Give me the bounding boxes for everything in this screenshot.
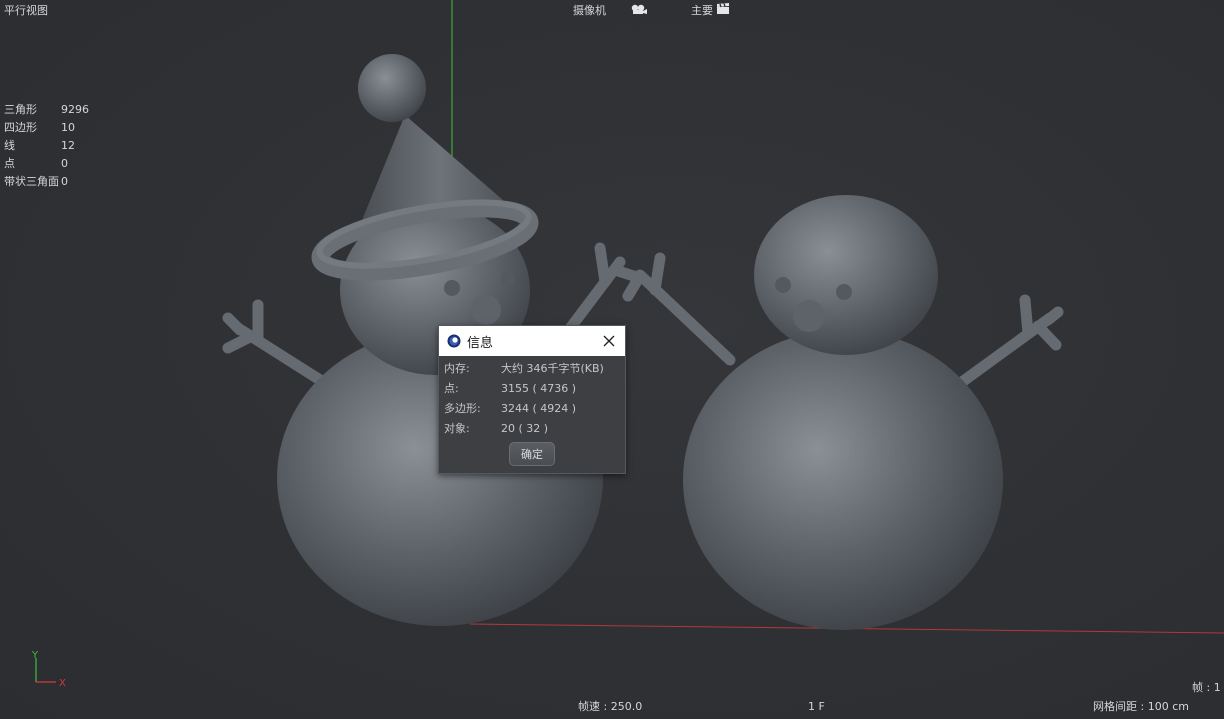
stat-label: 三角形: [4, 103, 37, 116]
dialog-title: 信息: [467, 335, 494, 351]
display-menu[interactable]: 主要: [691, 4, 713, 18]
3d-viewport[interactable]: 平行视图 摄像机 主要 三角形 9296 四边形 10 线 12 点 0 带状三角面 0 信息 内…: [0, 0, 1224, 719]
dialog-body: 内存: 大约 346千字节(KB) 点: 3155 ( 4736 ) 多边形: 3244 …: [439, 356, 625, 441]
close-icon[interactable]: [601, 333, 617, 349]
stat-value: 12: [61, 139, 75, 152]
current-frame-readout: 帧 : 1: [1192, 681, 1221, 694]
info-label: 对象:: [444, 422, 470, 435]
cinema4d-logo-icon: [447, 334, 461, 348]
stat-label: 点: [4, 157, 15, 170]
info-dialog[interactable]: 信息 内存: 大约 346千字节(KB) 点: 3155 ( 4736 ) 多边形: 32…: [438, 325, 626, 474]
stat-value: 10: [61, 121, 75, 134]
info-row: 点: 3155 ( 4736 ): [439, 381, 625, 401]
frame-number-readout: 1 F: [808, 700, 825, 713]
axis-x-label: X: [59, 678, 66, 689]
camera-icon[interactable]: [630, 3, 648, 18]
stat-value: 0: [61, 157, 68, 170]
frame-rate-readout: 帧速 : 250.0: [578, 700, 643, 713]
stat-row: 三角形 9296: [4, 103, 89, 121]
stat-row: 带状三角面 0: [4, 175, 89, 193]
stat-label: 带状三角面: [4, 175, 59, 188]
info-value: 大约 346千字节(KB): [501, 362, 604, 375]
ok-button[interactable]: 确定: [509, 442, 555, 466]
stat-row: 四边形 10: [4, 121, 89, 139]
info-row: 内存: 大约 346千字节(KB): [439, 361, 625, 381]
stat-value: 0: [61, 175, 68, 188]
stat-label: 线: [4, 139, 15, 152]
clapper-icon[interactable]: [716, 3, 730, 18]
polygon-stats: 三角形 9296 四边形 10 线 12 点 0 带状三角面 0: [4, 103, 89, 193]
stat-row: 线 12: [4, 139, 89, 157]
axis-gizmo: Y X: [31, 650, 66, 689]
info-value: 3244 ( 4924 ): [501, 402, 577, 415]
info-value: 20 ( 32 ): [501, 422, 549, 435]
dialog-titlebar[interactable]: 信息: [439, 326, 625, 356]
stat-value: 9296: [61, 103, 89, 116]
axis-y-label: Y: [31, 650, 39, 661]
info-label: 多边形:: [444, 402, 481, 415]
grid-spacing-readout: 网格间距 : 100 cm: [1093, 700, 1189, 713]
info-label: 内存:: [444, 362, 470, 375]
right-snowman: [622, 195, 1064, 630]
info-row: 对象: 20 ( 32 ): [439, 421, 625, 441]
info-label: 点:: [444, 382, 459, 395]
info-value: 3155 ( 4736 ): [501, 382, 577, 395]
stat-label: 四边形: [4, 121, 37, 134]
info-row: 多边形: 3244 ( 4924 ): [439, 401, 625, 421]
camera-menu[interactable]: 摄像机: [573, 4, 606, 18]
view-name-label[interactable]: 平行视图: [4, 4, 48, 18]
stat-row: 点0: [4, 157, 89, 175]
